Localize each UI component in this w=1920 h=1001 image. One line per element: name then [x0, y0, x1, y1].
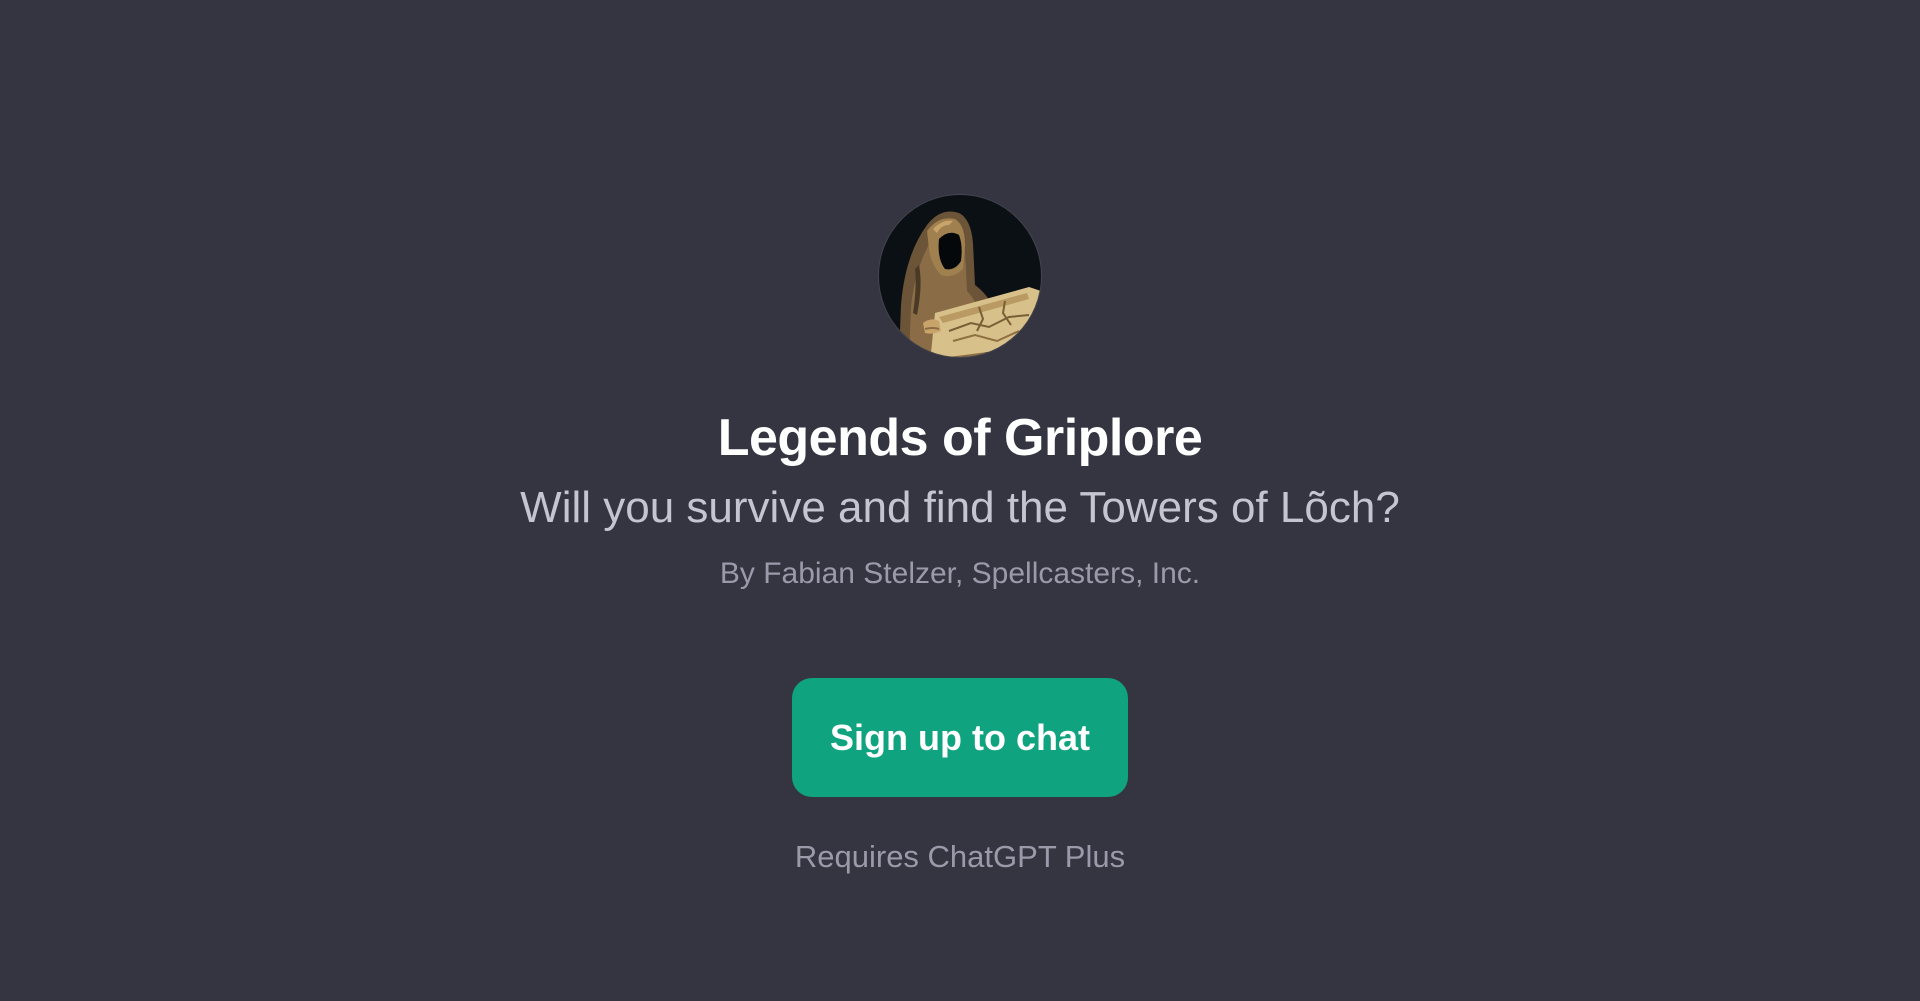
- gpt-title: Legends of Griplore: [717, 409, 1203, 467]
- gpt-author: By Fabian Stelzer, Spellcasters, Inc.: [719, 557, 1201, 590]
- gpt-avatar: [879, 195, 1041, 357]
- gpt-landing-page: Legends of Griplore Will you survive and…: [0, 0, 1920, 1001]
- gpt-description: Will you survive and find the Towers of …: [520, 483, 1400, 532]
- sign-up-to-chat-button[interactable]: Sign up to chat: [792, 678, 1128, 797]
- requirement-note: Requires ChatGPT Plus: [794, 839, 1126, 874]
- hooded-figure-reading-map-icon: [879, 195, 1041, 357]
